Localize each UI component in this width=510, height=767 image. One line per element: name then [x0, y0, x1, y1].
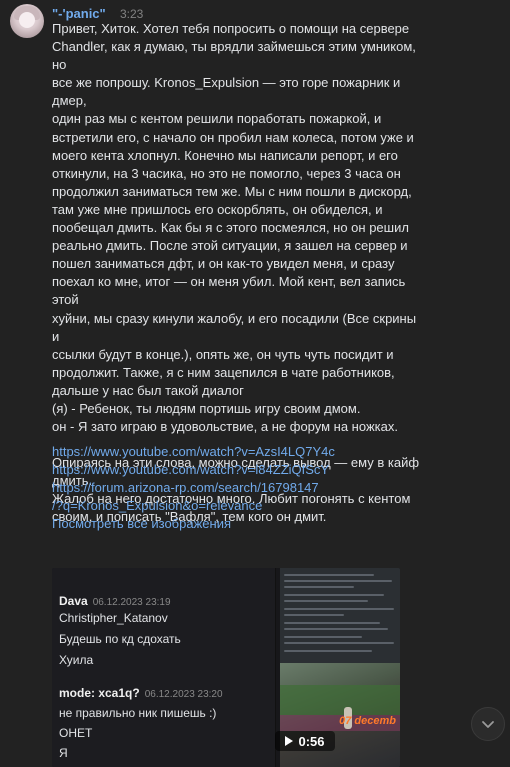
doc-line [284, 628, 388, 630]
chat-author-line: mode: xca1q? 06.12.2023 23:20 [59, 686, 223, 700]
video-duration: 0:56 [298, 733, 325, 749]
author-name[interactable]: "-'panic" [52, 6, 106, 21]
link-youtube-1[interactable]: https://www.youtube.com/watch?v=AzsI4LQ7… [52, 443, 422, 461]
chat-date: 06.12.2023 23:20 [144, 689, 223, 700]
chat-message: ОНЕТ [59, 726, 93, 740]
doc-line [284, 622, 380, 624]
doc-line [284, 580, 392, 582]
chevron-down-icon [482, 721, 494, 728]
message-links: https://www.youtube.com/watch?v=AzsI4LQ7… [52, 443, 422, 533]
chat-message: Christipher_Katanov [59, 611, 168, 625]
chat-message: Будешь по кд сдохать [59, 632, 181, 646]
chat-message: Хуила [59, 653, 94, 667]
chat-author: Dava [59, 594, 88, 608]
document-preview [280, 568, 400, 663]
avatar-face [19, 12, 35, 28]
attachment-chat-screenshot[interactable]: Dava 06.12.2023 23:19 Christipher_Katanov… [52, 568, 276, 767]
attachments-grid: Dava 06.12.2023 23:19 Christipher_Katanov… [52, 568, 400, 767]
doc-line [284, 608, 394, 610]
play-icon [285, 736, 294, 746]
doc-line [284, 600, 368, 602]
chat-date: 06.12.2023 23:19 [92, 597, 171, 608]
message-paragraph-1: Привет, Хиток. Хотел тебя попросить о по… [52, 21, 417, 435]
doc-line [284, 574, 374, 576]
view-all-images-link[interactable]: Посмотреть все изображения [52, 515, 422, 533]
doc-line [284, 594, 384, 596]
link-youtube-2[interactable]: https://www.youtube.com/watch?v=l84ZZiQf… [52, 461, 422, 479]
chat-author: mode: xca1q? [59, 686, 140, 700]
doc-line [284, 650, 372, 652]
game-grass [280, 685, 400, 715]
chat-message: Я [59, 746, 68, 760]
chat-author-line: Dava 06.12.2023 23:19 [59, 594, 171, 608]
game-overlay-date: 07 decemb [339, 715, 396, 727]
chat-message: не правильно ник пишешь :) [59, 706, 217, 720]
doc-line [284, 642, 394, 644]
game-scene: 07 decemb [280, 663, 400, 767]
doc-line [284, 586, 354, 588]
scroll-down-button[interactable] [471, 707, 505, 741]
doc-line [284, 614, 344, 616]
video-duration-badge[interactable]: 0:56 [275, 731, 335, 751]
message-time[interactable]: 3:23 [120, 7, 143, 21]
link-forum-search[interactable]: https://forum.arizona-rp.com/search/1679… [52, 479, 422, 497]
link-forum-search-query[interactable]: /?q=Kronos_Expulsion&o=relevance [52, 497, 422, 515]
doc-line [284, 636, 362, 638]
avatar[interactable] [10, 4, 44, 38]
